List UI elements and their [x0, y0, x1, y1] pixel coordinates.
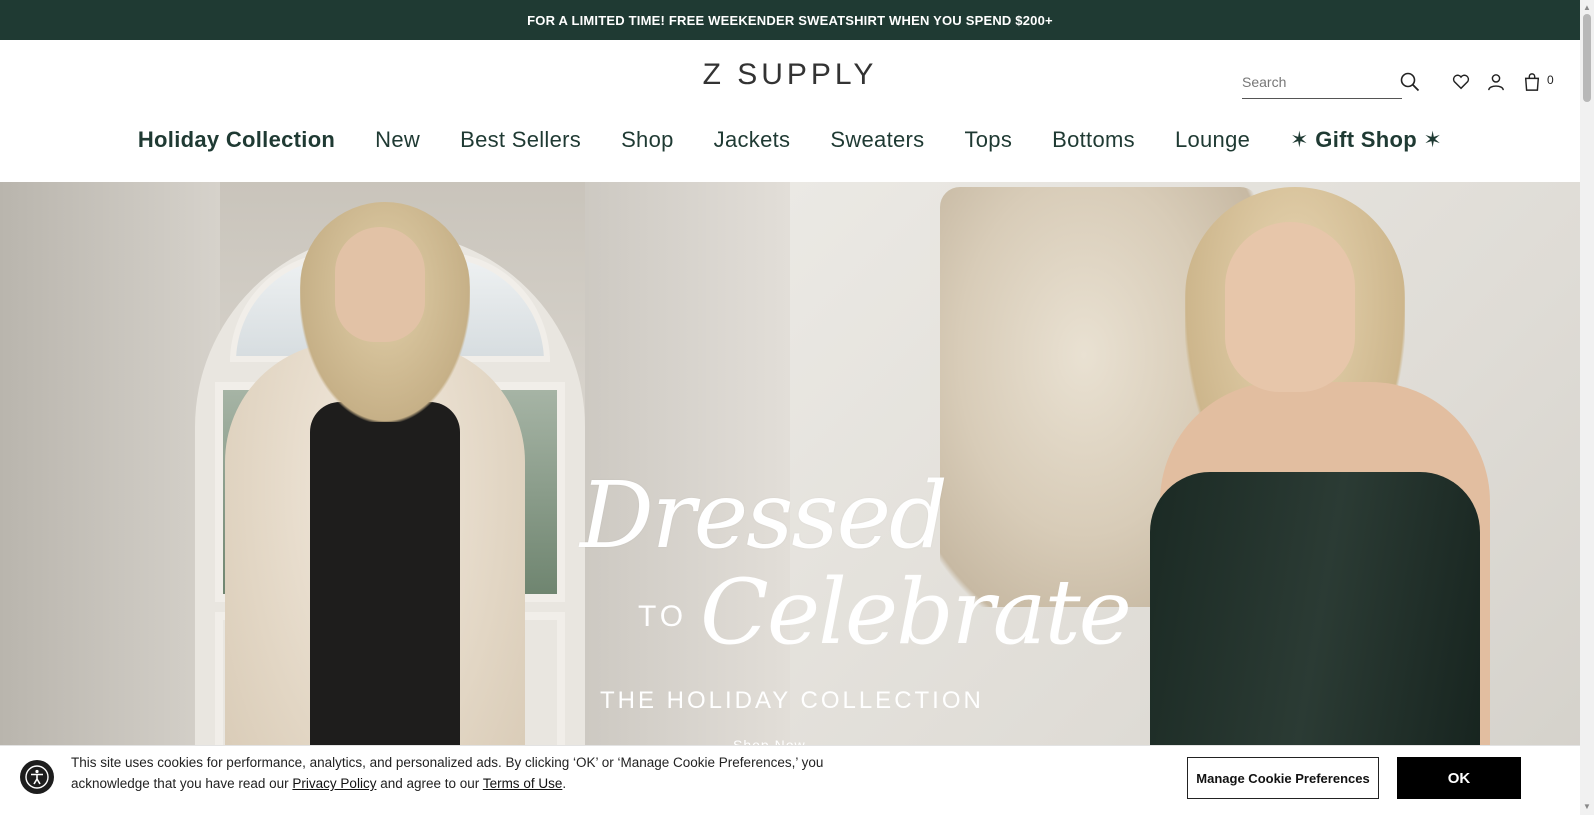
page: FOR A LIMITED TIME! FREE WEEKENDER SWEAT…: [0, 0, 1594, 815]
cookie-text-end: .: [562, 776, 567, 791]
search-input[interactable]: [1242, 74, 1372, 90]
terms-of-use-link[interactable]: Terms of Use: [483, 776, 563, 791]
cart-count: 0: [1547, 73, 1554, 87]
cart-icon[interactable]: [1520, 70, 1544, 94]
hero-wall: [0, 182, 220, 815]
account-icon[interactable]: [1484, 70, 1508, 94]
privacy-policy-link[interactable]: Privacy Policy: [292, 776, 376, 791]
model-right-face: [1225, 222, 1355, 392]
main-nav: Holiday Collection New Best Sellers Shop…: [0, 124, 1580, 156]
nav-item-shop[interactable]: Shop: [601, 127, 694, 153]
nav-item-bottoms[interactable]: Bottoms: [1032, 127, 1155, 153]
page-scrollbar[interactable]: ▲ ▼: [1580, 0, 1594, 815]
nav-item-jackets[interactable]: Jackets: [694, 127, 811, 153]
cookie-message: This site uses cookies for performance, …: [71, 752, 831, 794]
nav-item-sweaters[interactable]: Sweaters: [810, 127, 944, 153]
ok-button[interactable]: OK: [1397, 757, 1521, 799]
search-icon[interactable]: [1398, 70, 1422, 94]
announcement-text: FOR A LIMITED TIME! FREE WEEKENDER SWEAT…: [527, 12, 1053, 28]
manage-cookie-preferences-button[interactable]: Manage Cookie Preferences: [1187, 757, 1379, 799]
scrollbar-thumb[interactable]: [1583, 14, 1591, 102]
hero-banner[interactable]: Dressed TO Celebrate THE HOLIDAY COLLECT…: [0, 182, 1580, 815]
hero-headline: Dressed TO Celebrate THE HOLIDAY COLLECT…: [540, 462, 1132, 722]
scroll-down-icon[interactable]: ▼: [1582, 801, 1592, 811]
model-left-face: [335, 227, 425, 342]
announcement-bar[interactable]: FOR A LIMITED TIME! FREE WEEKENDER SWEAT…: [0, 0, 1580, 40]
search-box[interactable]: [1242, 66, 1402, 99]
nav-item-new[interactable]: New: [355, 127, 440, 153]
site-header: Z SUPPLY 0 Holiday Collection New Best S…: [0, 40, 1580, 182]
accessibility-icon[interactable]: [20, 760, 54, 794]
nav-item-holiday-collection[interactable]: Holiday Collection: [118, 127, 355, 153]
hero-script-dressed: Dressed: [580, 462, 948, 569]
scroll-up-icon[interactable]: ▲: [1582, 2, 1592, 12]
heart-icon[interactable]: [1449, 70, 1473, 94]
hero-to: TO: [638, 600, 688, 633]
nav-item-gift-shop[interactable]: ✶ Gift Shop ✶: [1270, 127, 1462, 153]
cookie-text-middle: and agree to our: [380, 776, 480, 791]
hero-subtitle: THE HOLIDAY COLLECTION: [600, 687, 984, 714]
nav-item-lounge[interactable]: Lounge: [1155, 127, 1270, 153]
hero-script-celebrate: Celebrate: [700, 560, 1132, 665]
cookie-banner: This site uses cookies for performance, …: [0, 745, 1580, 815]
nav-item-tops[interactable]: Tops: [944, 127, 1032, 153]
nav-item-best-sellers[interactable]: Best Sellers: [440, 127, 601, 153]
